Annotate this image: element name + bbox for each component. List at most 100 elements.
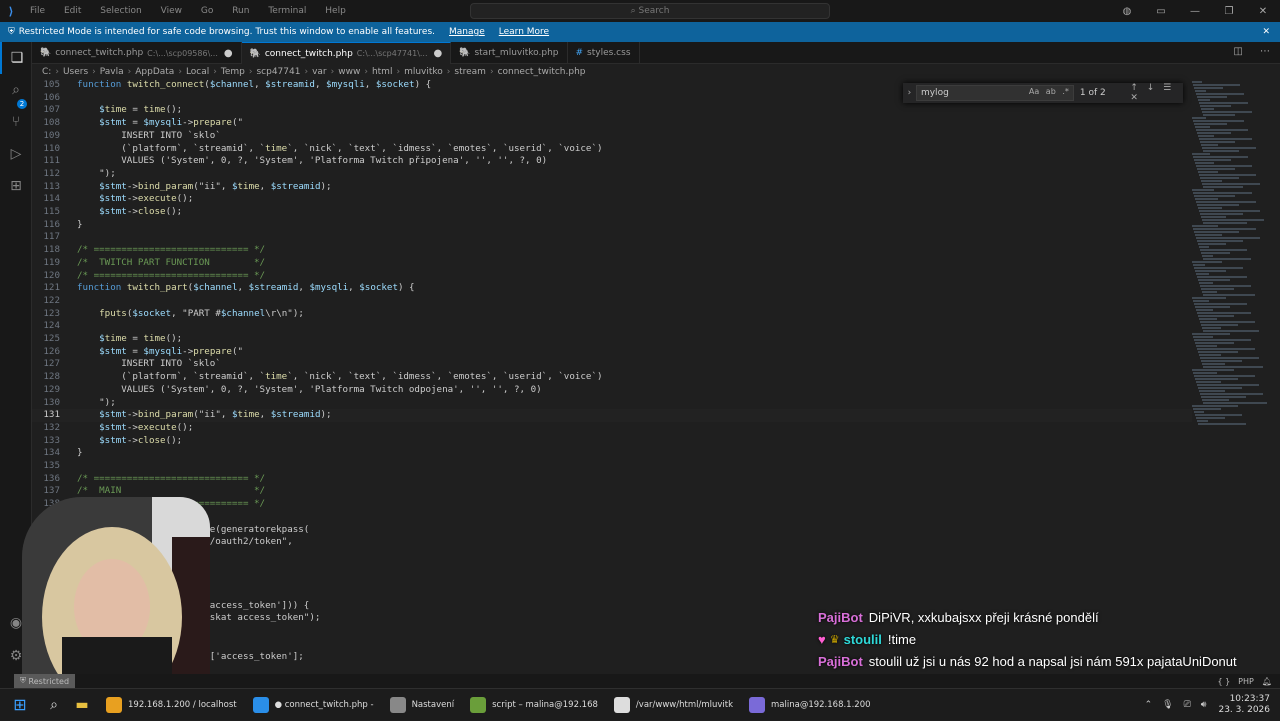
match-word-toggle[interactable]: ab	[1046, 87, 1056, 96]
code-line[interactable]: 123 fputs($socket, "PART #$channel\r\n")…	[32, 308, 1192, 321]
notifications-bell-icon[interactable]: 🔔︎	[1262, 677, 1272, 686]
previous-match-arrow-icon[interactable]: ↑	[1130, 83, 1138, 93]
microphone-icon[interactable]: 🎙︎	[1162, 700, 1173, 710]
taskbar-app[interactable]: script – malina@192.168	[464, 689, 604, 721]
maximize-button[interactable]: ❐	[1212, 6, 1246, 17]
code-line[interactable]: 138/* ============================ */	[32, 498, 1192, 511]
breadcrumb-item[interactable]: Local	[186, 67, 209, 77]
code-line[interactable]: 128 (`platform`, `streamid`, `time`, `ni…	[32, 371, 1192, 384]
menu-help[interactable]: Help	[325, 6, 346, 16]
more-actions-icon[interactable]: ⋯	[1260, 46, 1270, 57]
find-input[interactable]: mylog Aa ab .*	[915, 85, 1074, 101]
code-line[interactable]: 136 /* ============================ */	[32, 473, 1192, 486]
code-line[interactable]: 117	[32, 231, 1192, 244]
breadcrumb-item[interactable]: html	[372, 67, 393, 77]
minimize-button[interactable]: —	[1178, 6, 1212, 17]
breadcrumb-item[interactable]: stream	[454, 67, 486, 77]
code-line[interactable]: 115 $stmt->close();	[32, 206, 1192, 219]
code-line[interactable]: 107 $time = time();	[32, 104, 1192, 117]
code-line[interactable]: 112 ");	[32, 168, 1192, 181]
code-line[interactable]: 121 function twitch_part($channel, $strea…	[32, 282, 1192, 295]
copilot-icon[interactable]: ◍	[1110, 6, 1144, 17]
close-find-icon[interactable]: ✕	[1130, 93, 1138, 103]
clock[interactable]: 10:23:37 23. 3. 2026	[1218, 694, 1270, 716]
taskbar-search-icon[interactable]: ⌕	[40, 697, 68, 713]
braces-icon[interactable]: { }	[1217, 677, 1230, 686]
modified-dot-icon[interactable]: ●	[224, 48, 233, 59]
toggle-replace-chevron-icon[interactable]: ›	[903, 88, 916, 98]
tab-styles-css[interactable]: # styles.css	[568, 42, 640, 64]
close-banner-icon[interactable]: ✕	[1262, 27, 1270, 37]
code-line[interactable]: 132 $stmt->execute();	[32, 422, 1192, 435]
code-line[interactable]: 119 /* TWITCH PART FUNCTION */	[32, 257, 1192, 270]
code-line[interactable]: 124	[32, 320, 1192, 333]
split-editor-icon[interactable]: ◫	[1233, 46, 1242, 57]
search-view-icon[interactable]: ⌕	[0, 74, 32, 106]
command-center-search[interactable]: ⌕ Search	[470, 3, 830, 19]
breadcrumb-item[interactable]: connect_twitch.php	[498, 67, 586, 77]
modified-dot-icon[interactable]: ●	[434, 48, 443, 59]
code-line[interactable]: 118 /* ============================ */	[32, 244, 1192, 257]
code-line[interactable]: 111 VALUES ('System', 0, ?, 'System', 'P…	[32, 155, 1192, 168]
code-line[interactable]: 110 (`platform`, `streamid`, `time`, `ni…	[32, 143, 1192, 156]
breadcrumb-item[interactable]: C:	[42, 67, 51, 77]
close-window-button[interactable]: ✕	[1246, 6, 1280, 17]
breadcrumb-item[interactable]: var	[312, 67, 327, 77]
code-line[interactable]: 109 INSERT INTO `sklo`	[32, 130, 1192, 143]
regex-toggle[interactable]: .*	[1062, 87, 1069, 96]
breadcrumb-item[interactable]: Temp	[221, 67, 245, 77]
explorer-icon[interactable]: ❏	[0, 42, 32, 74]
code-line[interactable]: 135	[32, 460, 1192, 473]
code-line[interactable]: 129 VALUES ('System', 0, ?, 'System', 'P…	[32, 384, 1192, 397]
tab-connect-twitch-2[interactable]: 🐘 connect_twitch.php C:\...\scp47741\...…	[241, 42, 452, 64]
menu-file[interactable]: File	[30, 6, 45, 16]
layout-icon[interactable]: ▭	[1144, 6, 1178, 17]
learn-more-link[interactable]: Learn More	[499, 27, 549, 37]
code-line[interactable]: 114 $stmt->execute();	[32, 193, 1192, 206]
file-explorer-icon[interactable]: ▬	[68, 697, 96, 713]
code-line[interactable]: 130 ");	[32, 397, 1192, 410]
code-line[interactable]: 137/* MAIN */	[32, 485, 1192, 498]
breadcrumb-item[interactable]: scp47741	[256, 67, 300, 77]
tray-chevron-icon[interactable]: ⌃	[1145, 700, 1153, 710]
taskbar-app[interactable]: /var/www/html/mluvitk	[608, 689, 739, 721]
code-line[interactable]: 126 $stmt = $mysqli->prepare("	[32, 346, 1192, 359]
menu-selection[interactable]: Selection	[100, 6, 141, 16]
network-icon[interactable]: ⎚	[1184, 700, 1191, 710]
code-line[interactable]: 116}	[32, 219, 1192, 232]
taskbar-app[interactable]: Nastavení	[384, 689, 461, 721]
language-mode[interactable]: PHP	[1238, 677, 1254, 686]
vertical-scrollbar[interactable]	[1274, 80, 1280, 674]
find-in-selection-icon[interactable]: ☰	[1163, 83, 1171, 93]
run-debug-icon[interactable]: ▷	[0, 138, 32, 170]
next-match-arrow-icon[interactable]: ↓	[1147, 83, 1155, 93]
windows-start-icon[interactable]: ⊞	[0, 695, 40, 714]
breadcrumb-item[interactable]: Users	[63, 67, 88, 77]
menu-edit[interactable]: Edit	[64, 6, 81, 16]
menu-go[interactable]: Go	[201, 6, 213, 16]
code-line[interactable]: 120 /* ============================ */	[32, 270, 1192, 283]
code-line[interactable]: 113 $stmt->bind_param("ii", $time, $stre…	[32, 181, 1192, 194]
tab-connect-twitch-1[interactable]: 🐘 connect_twitch.php C:\...\scp09586\...…	[32, 42, 242, 64]
menu-view[interactable]: View	[161, 6, 182, 16]
code-line[interactable]: 131 $stmt->bind_param("ii", $time, $stre…	[32, 409, 1192, 422]
restricted-mode-indicator[interactable]: ⛨ Restricted	[14, 674, 76, 688]
code-line[interactable]: 127 INSERT INTO `sklo`	[32, 358, 1192, 371]
taskbar-app[interactable]: ● connect_twitch.php -	[247, 689, 380, 721]
code-line[interactable]: 125 $time = time();	[32, 333, 1192, 346]
code-line[interactable]: 122	[32, 295, 1192, 308]
taskbar-app[interactable]: 192.168.1.200 / localhost	[100, 689, 243, 721]
menu-terminal[interactable]: Terminal	[268, 6, 306, 16]
match-case-toggle[interactable]: Aa	[1029, 87, 1039, 96]
volume-icon[interactable]: 🔊︎	[1201, 700, 1207, 710]
breadcrumb-item[interactable]: www	[338, 67, 360, 77]
breadcrumb-item[interactable]: mluvitko	[404, 67, 443, 77]
taskbar-app[interactable]: malina@192.168.1.200	[743, 689, 877, 721]
manage-link[interactable]: Manage	[449, 27, 485, 37]
code-line[interactable]: 133 $stmt->close();	[32, 435, 1192, 448]
breadcrumb-item[interactable]: Pavla	[100, 67, 124, 77]
extensions-icon[interactable]: ⊞	[0, 170, 32, 202]
code-line[interactable]: 134}	[32, 447, 1192, 460]
tab-start-mluvitko[interactable]: 🐘 start_mluvitko.php	[451, 42, 568, 64]
breadcrumb-item[interactable]: AppData	[135, 67, 174, 77]
